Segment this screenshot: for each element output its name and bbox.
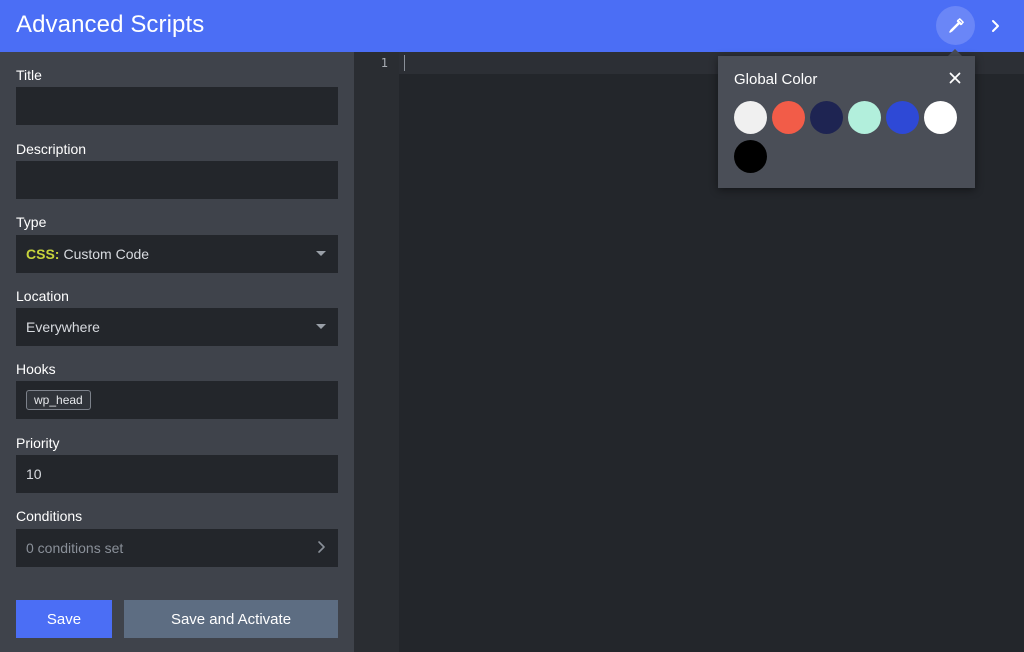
dropdown-caret-icon	[316, 251, 326, 256]
eyedropper-icon	[948, 17, 964, 33]
color-picker-button[interactable]	[936, 6, 975, 45]
location-label: Location	[16, 288, 69, 304]
priority-input[interactable]	[16, 455, 338, 493]
save-and-activate-button[interactable]: Save and Activate	[124, 600, 338, 638]
color-swatch[interactable]	[886, 101, 919, 134]
color-swatch[interactable]	[734, 140, 767, 173]
color-swatch[interactable]	[848, 101, 881, 134]
close-icon	[949, 72, 961, 84]
priority-label: Priority	[16, 435, 60, 451]
app-title: Advanced Scripts	[16, 11, 205, 38]
conditions-selector[interactable]: 0 conditions set	[16, 529, 338, 567]
line-number: 1	[380, 56, 388, 70]
description-input[interactable]	[16, 161, 338, 199]
color-swatch[interactable]	[734, 101, 767, 134]
text-cursor	[404, 55, 405, 71]
popover-title: Global Color	[734, 71, 818, 88]
title-label: Title	[16, 67, 42, 83]
title-input[interactable]	[16, 87, 338, 125]
hook-chip[interactable]: wp_head	[26, 390, 91, 410]
type-select[interactable]: CSS: Custom Code	[16, 235, 338, 273]
dropdown-caret-icon	[316, 324, 326, 329]
location-value: Everywhere	[26, 319, 100, 335]
chevron-right-icon	[318, 541, 325, 553]
save-button[interactable]: Save	[16, 600, 112, 638]
color-swatch-list	[734, 101, 966, 173]
line-gutter: 1	[354, 52, 399, 652]
close-button[interactable]	[947, 70, 963, 86]
top-bar: Advanced Scripts	[0, 0, 1024, 52]
color-swatch[interactable]	[924, 101, 957, 134]
global-color-popover: Global Color	[718, 56, 975, 188]
next-button[interactable]	[982, 13, 1008, 39]
color-swatch[interactable]	[810, 101, 843, 134]
popover-arrow	[948, 49, 962, 56]
hooks-label: Hooks	[16, 361, 56, 377]
type-prefix: CSS:	[26, 246, 60, 262]
conditions-label: Conditions	[16, 508, 83, 524]
type-value: Custom Code	[63, 246, 150, 262]
location-select[interactable]: Everywhere	[16, 308, 338, 346]
description-label: Description	[16, 141, 87, 157]
color-swatch[interactable]	[772, 101, 805, 134]
chevron-right-icon	[992, 20, 999, 32]
script-settings-panel: Title Description Type CSS: Custom Code …	[0, 52, 354, 652]
conditions-value: 0 conditions set	[26, 540, 124, 556]
type-label: Type	[16, 214, 47, 230]
hooks-input[interactable]: wp_head	[16, 381, 338, 419]
